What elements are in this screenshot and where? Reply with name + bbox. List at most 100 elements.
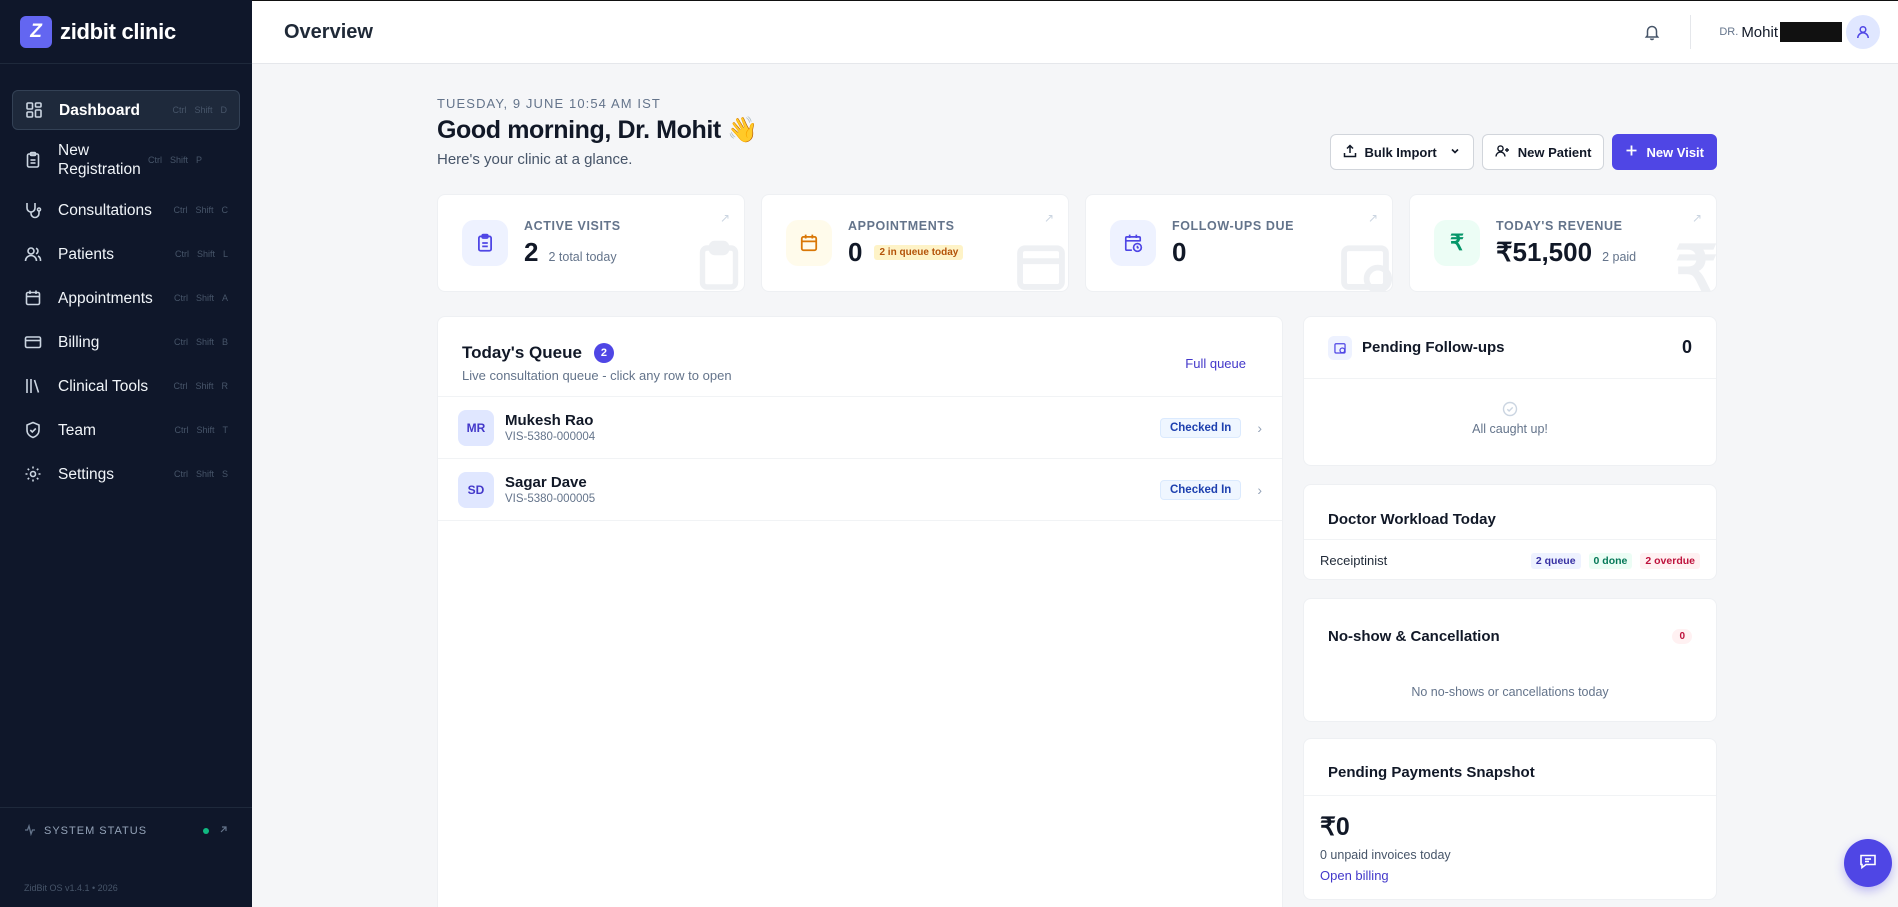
sidebar-item-appointments[interactable]: Appointments Ctrl Shift A — [12, 278, 240, 318]
shortcut-hint: Ctrl Shift S — [173, 469, 228, 479]
overdue-chip: 2 overdue — [1640, 552, 1700, 569]
upload-icon — [1343, 143, 1357, 161]
chat-button[interactable] — [1844, 839, 1892, 887]
sidebar-item-new-registration[interactable]: New Registration Ctrl Shift P — [12, 134, 240, 186]
new-visit-label: New Visit — [1646, 144, 1704, 160]
sidebar-item-consultations[interactable]: Consultations Ctrl Shift C — [12, 190, 240, 230]
unpaid-amount: ₹0 — [1320, 813, 1350, 841]
visit-id: VIS-5380-000004 — [505, 431, 596, 443]
library-icon — [24, 377, 42, 395]
clipboard-icon — [462, 220, 508, 266]
calendar-icon — [786, 220, 832, 266]
empty-text: All caught up! — [1472, 422, 1548, 436]
sidebar-item-billing[interactable]: Billing Ctrl Shift B — [12, 322, 240, 362]
bulk-import-button[interactable]: Bulk Import — [1329, 134, 1474, 170]
noshow-card: No-show & Cancellation 0 No no-shows or … — [1303, 598, 1717, 722]
top-header: Overview DR. Mohit — [252, 0, 1898, 64]
calendar-clock-icon — [1328, 335, 1352, 360]
calendar-watermark-icon — [1012, 236, 1068, 291]
stat-value: 0 — [1172, 236, 1187, 267]
rupee-watermark-icon: ₹ — [1674, 233, 1717, 292]
arrow-up-right-icon: ↗ — [1367, 211, 1378, 225]
queue-header: Today's Queue 2 Live consultation queue … — [438, 317, 1282, 397]
sidebar-item-clinical-tools[interactable]: Clinical Tools Ctrl Shift R — [12, 366, 240, 406]
patient-name: Mukesh Rao — [505, 412, 594, 429]
open-billing-link[interactable]: Open billing — [1320, 868, 1700, 883]
noshow-count-badge: 0 — [1672, 629, 1692, 644]
queue-chip: 2 queue — [1530, 552, 1581, 569]
workload-title: Doctor Workload Today — [1328, 511, 1496, 528]
queue-row[interactable]: MR Mukesh Rao VIS-5380-000004 Checked In… — [438, 397, 1282, 459]
clipboard-icon — [24, 151, 42, 169]
stat-todays-revenue[interactable]: ₹ TODAY'S REVENUE ₹51,500 2 paid ↗ ₹ — [1409, 194, 1717, 292]
stat-appointments[interactable]: APPOINTMENTS 0 2 in queue today ↗ — [761, 194, 1069, 292]
shortcut-hint: Ctrl Shift D — [172, 105, 227, 115]
sidebar-item-dashboard[interactable]: Dashboard Ctrl Shift D — [12, 90, 240, 130]
followups-title: Pending Follow-ups — [1362, 339, 1505, 356]
queue-count-badge: 2 — [593, 343, 614, 363]
full-queue-link[interactable]: Full queue — [1185, 356, 1246, 371]
stat-label: FOLLOW-UPS DUE — [1172, 218, 1295, 233]
arrow-up-right-icon: ↗ — [1691, 211, 1702, 225]
bulk-import-label: Bulk Import — [1364, 144, 1437, 160]
status-badge: Checked In — [1159, 417, 1242, 438]
rupee-icon: ₹ — [1434, 220, 1480, 266]
brand[interactable]: Z zidbit clinic — [0, 0, 252, 64]
stat-value: 2 — [524, 236, 539, 267]
page-title: Overview — [284, 20, 373, 43]
patient-name: Sagar Dave — [505, 474, 587, 491]
greeting-subtitle: Here's your clinic at a glance. — [437, 151, 633, 168]
calendar-icon — [24, 289, 42, 307]
sidebar-item-settings[interactable]: Settings Ctrl Shift S — [12, 454, 240, 494]
credit-card-icon — [24, 333, 42, 351]
sidebar-item-team[interactable]: Team Ctrl Shift T — [12, 410, 240, 450]
queue-subtitle: Live consultation queue - click any row … — [462, 368, 732, 383]
user-menu[interactable]: DR. Mohit — [1719, 15, 1880, 49]
sidebar-item-patients[interactable]: Patients Ctrl Shift L — [12, 234, 240, 274]
shortcut-hint: Ctrl Shift L — [174, 249, 228, 259]
stat-sub: 2 total today — [548, 249, 617, 264]
stat-label: ACTIVE VISITS — [524, 218, 621, 233]
calendar-clock-icon — [1110, 220, 1156, 266]
sidebar-item-label: Clinical Tools — [58, 377, 149, 395]
staff-name: Receiptinist — [1320, 553, 1388, 568]
stat-followups-due[interactable]: FOLLOW-UPS DUE 0 ↗ — [1085, 194, 1393, 292]
stat-label: TODAY'S REVENUE — [1496, 218, 1623, 233]
chat-icon — [1858, 851, 1878, 876]
date-line: TUESDAY, 9 JUNE 10:54 AM IST — [437, 96, 661, 111]
stat-value: 0 — [848, 236, 863, 267]
stat-sub: 2 paid — [1602, 249, 1637, 264]
noshow-empty-text: No no-shows or cancellations today — [1411, 685, 1609, 699]
sidebar-item-label: Team — [58, 421, 96, 439]
shortcut-hint: Ctrl Shift A — [173, 293, 228, 303]
user-avatar-icon[interactable] — [1846, 15, 1880, 49]
shield-icon — [24, 421, 42, 439]
activity-icon — [24, 823, 36, 839]
pending-payments-card: Pending Payments Snapshot ₹0 0 unpaid in… — [1303, 738, 1717, 900]
user-plus-icon — [1495, 144, 1510, 161]
workload-row[interactable]: Receiptinist 2 queue 0 done 2 overdue — [1304, 539, 1716, 581]
patient-avatar: MR — [458, 409, 494, 446]
queue-row[interactable]: SD Sagar Dave VIS-5380-000005 Checked In… — [438, 459, 1282, 521]
action-bar: Bulk Import New Patient New Visit — [1329, 134, 1717, 170]
stat-value: ₹51,500 — [1496, 236, 1593, 267]
brand-name: zidbit clinic — [60, 18, 176, 44]
new-visit-button[interactable]: New Visit — [1612, 134, 1717, 170]
brand-logo: Z — [20, 15, 52, 48]
bell-icon[interactable] — [1640, 20, 1664, 44]
stat-active-visits[interactable]: ACTIVE VISITS 2 2 total today ↗ — [437, 194, 745, 292]
arrow-up-right-icon: ↗ — [719, 211, 730, 225]
followups-empty-state: All caught up! — [1304, 379, 1716, 436]
stats-row: ACTIVE VISITS 2 2 total today ↗ APPOINTME… — [437, 194, 1717, 292]
patient-avatar: SD — [458, 471, 494, 508]
todays-queue-card: Today's Queue 2 Live consultation queue … — [437, 316, 1283, 907]
queue-title: Today's Queue — [462, 343, 582, 362]
check-circle-icon — [1304, 401, 1716, 420]
done-chip: 0 done — [1588, 552, 1633, 569]
shortcut-hint: Ctrl Shift C — [173, 205, 228, 215]
chevron-down-icon — [1449, 145, 1461, 160]
system-status[interactable]: SYSTEM STATUS — [0, 808, 252, 854]
sidebar-item-label: New Registration — [58, 142, 141, 178]
queue-badge: 2 in queue today — [874, 244, 964, 260]
new-patient-button[interactable]: New Patient — [1481, 134, 1605, 170]
